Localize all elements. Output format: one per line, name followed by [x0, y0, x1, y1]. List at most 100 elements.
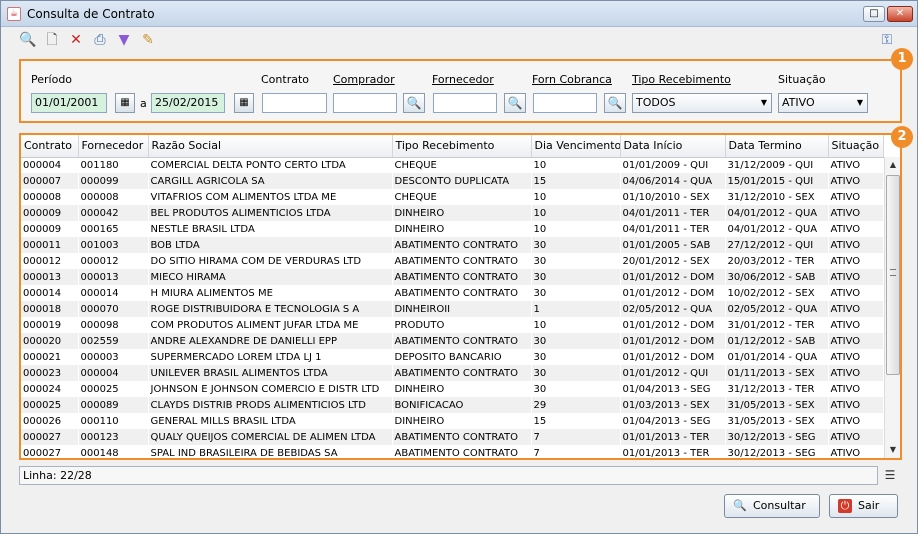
print-icon[interactable]: ⎙ — [91, 31, 109, 49]
table-row[interactable]: 000013 000013 MIECO HIRAMA ABATIMENTO CONTR… — [21, 269, 884, 285]
fornecedor-label[interactable]: Fornecedor — [432, 73, 494, 86]
scroll-down-icon[interactable]: ▼ — [885, 442, 900, 458]
comprador-search-icon[interactable]: 🔍 — [403, 93, 425, 113]
table-row[interactable]: 000020 002559 ANDRE ALEXANDRE DE DANIELLI … — [21, 333, 884, 349]
vertical-scrollbar[interactable]: ▲ ▼ — [884, 157, 900, 458]
table-cell: QUALY QUEIJOS COMERCIAL DE ALIMEN LTDA — [148, 429, 393, 445]
column-header[interactable]: Razão Social — [148, 135, 393, 158]
table-row[interactable]: 000018 000070 ROGE DISTRIBUIDORA E TECNOLO… — [21, 301, 884, 317]
scroll-thumb[interactable] — [886, 175, 900, 375]
table-row[interactable]: 000021 000003 SUPERMERCADO LOREM LTDA LJ 1… — [21, 349, 884, 365]
table-cell: ATIVO — [828, 397, 884, 413]
table-cell: 04/01/2011 - TER — [620, 221, 726, 237]
comprador-label[interactable]: Comprador — [333, 73, 395, 86]
table-cell: 20/01/2012 - SEX — [620, 253, 726, 269]
table-cell: 000099 — [78, 173, 149, 189]
search-panel: Período 01/01/2001 ▦ a 25/02/2015 ▦ Cont… — [19, 59, 902, 123]
table-cell: 000008 — [78, 189, 149, 205]
delete-icon[interactable]: ✕ — [67, 31, 85, 49]
scroll-up-icon[interactable]: ▲ — [885, 157, 900, 173]
periodo-from-field[interactable]: 01/01/2001 — [31, 93, 107, 113]
new-document-icon[interactable]: 🗋 — [43, 31, 61, 49]
table-cell: ATIVO — [828, 189, 884, 205]
search-icon[interactable]: 🔍 — [19, 31, 37, 49]
table-cell: CHEQUE — [392, 189, 532, 205]
fornecedor-field[interactable] — [433, 93, 497, 113]
table-cell: 000013 — [78, 269, 149, 285]
table-cell: 27/12/2012 - QUI — [725, 237, 829, 253]
consultar-button[interactable]: 🔍 Consultar — [724, 494, 820, 518]
table-cell: DO SITIO HIRAMA COM DE VERDURAS LTD — [148, 253, 393, 269]
table-row[interactable]: 000023 000004 UNILEVER BRASIL ALIMENTOS LT… — [21, 365, 884, 381]
tipo-recebimento-label[interactable]: Tipo Recebimento — [632, 73, 731, 86]
column-header[interactable]: Data Termino — [725, 135, 829, 158]
grip-icon — [890, 269, 896, 276]
forn-cobranca-search-icon[interactable]: 🔍 — [604, 93, 626, 113]
edit-icon[interactable]: ✎ — [139, 31, 157, 49]
situacao-select[interactable]: ATIVO ▼ — [778, 93, 868, 113]
menu-icon[interactable]: ☰ — [883, 468, 897, 482]
fornecedor-search-icon[interactable]: 🔍 — [504, 93, 526, 113]
table-cell: GENERAL MILLS BRASIL LTDA — [148, 413, 393, 429]
table-cell: 000025 — [21, 397, 79, 413]
column-header[interactable]: Data Início — [620, 135, 726, 158]
results-table: Contrato Fornecedor Razão Social Tipo Receb… — [21, 135, 884, 458]
table-cell: ABATIMENTO CONTRATO — [392, 445, 532, 458]
table-cell: ABATIMENTO CONTRATO — [392, 253, 532, 269]
table-row[interactable]: 000024 000025 JOHNSON E JOHNSON COMERCIO E… — [21, 381, 884, 397]
table-cell: 7 — [531, 429, 621, 445]
table-cell: 000070 — [78, 301, 149, 317]
table-cell: BEL PRODUTOS ALIMENTICIOS LTDA — [148, 205, 393, 221]
filter-icon[interactable]: ▼ — [115, 31, 133, 49]
table-cell: ATIVO — [828, 157, 884, 173]
forn-cobranca-field[interactable] — [533, 93, 597, 113]
column-header[interactable]: Situação — [828, 135, 884, 158]
table-cell: 01/11/2013 - SEX — [725, 365, 829, 381]
table-row[interactable]: 000014 000014 H MIURA ALIMENTOS ME ABATIMEN… — [21, 285, 884, 301]
column-header[interactable]: Dia Vencimento — [531, 135, 621, 158]
maximize-button[interactable]: □ — [863, 6, 885, 22]
table-row[interactable]: 000027 000148 SPAL IND BRASILEIRA DE BEBID… — [21, 445, 884, 458]
table-cell: ATIVO — [828, 333, 884, 349]
table-cell: 04/01/2011 - TER — [620, 205, 726, 221]
table-cell: 10 — [531, 157, 621, 173]
table-row[interactable]: 000009 000042 BEL PRODUTOS ALIMENTICIOS LT… — [21, 205, 884, 221]
table-row[interactable]: 000004 001180 COMERCIAL DELTA PONTO CERTO … — [21, 157, 884, 173]
situacao-label: Situação — [778, 73, 826, 86]
search-icon: 🔍 — [733, 499, 747, 512]
table-row[interactable]: 000008 000008 VITAFRIOS COM ALIMENTOS LTDA… — [21, 189, 884, 205]
table-cell: ATIVO — [828, 365, 884, 381]
table-cell: DINHEIRO — [392, 381, 532, 397]
key-icon[interactable]: ⚿ — [878, 31, 896, 49]
calendar-icon[interactable]: ▦ — [234, 93, 254, 113]
table-row[interactable]: 000007 000099 CARGILL AGRICOLA SA DESCONTO … — [21, 173, 884, 189]
table-panel-badge: 2 — [891, 126, 913, 148]
column-header[interactable]: Contrato — [21, 135, 79, 158]
table-cell: CARGILL AGRICOLA SA — [148, 173, 393, 189]
column-header[interactable]: Fornecedor — [78, 135, 149, 158]
table-row[interactable]: 000012 000012 DO SITIO HIRAMA COM DE VERDU… — [21, 253, 884, 269]
table-row[interactable]: 000025 000089 CLAYDS DISTRIB PRODS ALIMENT… — [21, 397, 884, 413]
table-row[interactable]: 000026 000110 GENERAL MILLS BRASIL LTDA DIN… — [21, 413, 884, 429]
row-indicator: Linha: 22/28 — [23, 469, 92, 482]
table-row[interactable]: 000027 000123 QUALY QUEIJOS COMERCIAL DE A… — [21, 429, 884, 445]
table-cell: 31/01/2012 - TER — [725, 317, 829, 333]
periodo-to-field[interactable]: 25/02/2015 — [151, 93, 225, 113]
table-cell: 01/12/2012 - SAB — [725, 333, 829, 349]
calendar-icon[interactable]: ▦ — [115, 93, 135, 113]
table-cell: ATIVO — [828, 381, 884, 397]
table-row[interactable]: 000019 000098 COM PRODUTOS ALIMENT JUFAR L… — [21, 317, 884, 333]
table-cell: 000004 — [21, 157, 79, 173]
sair-button[interactable]: ⏻ Sair — [829, 494, 898, 518]
table-row[interactable]: 000009 000165 NESTLE BRASIL LTDA DINHEIRO 10… — [21, 221, 884, 237]
forn-cobranca-label[interactable]: Forn Cobranca — [532, 73, 612, 86]
table-cell: BONIFICACAO — [392, 397, 532, 413]
comprador-field[interactable] — [333, 93, 397, 113]
table-cell: 31/05/2013 - SEX — [725, 413, 829, 429]
column-header[interactable]: Tipo Recebimento — [392, 135, 532, 158]
tipo-recebimento-select[interactable]: TODOS ▼ — [632, 93, 772, 113]
close-button[interactable]: ✕ — [887, 6, 913, 22]
table-row[interactable]: 000011 001003 BOB LTDA ABATIMENTO CONTRATO 3… — [21, 237, 884, 253]
table-cell: ATIVO — [828, 269, 884, 285]
contrato-field[interactable] — [262, 93, 327, 113]
